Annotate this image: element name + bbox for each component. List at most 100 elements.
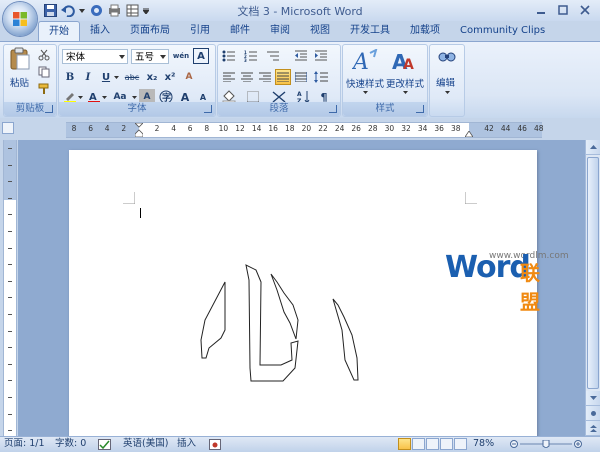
quick-styles-dropdown-icon bbox=[363, 91, 368, 94]
paste-label: 粘贴 bbox=[10, 78, 30, 89]
page-count[interactable]: 页面: 1/1 bbox=[4, 437, 45, 451]
clipboard-launcher-icon[interactable] bbox=[45, 105, 53, 113]
vertical-scrollbar[interactable] bbox=[585, 140, 600, 436]
paste-button[interactable]: 粘贴 bbox=[8, 47, 32, 91]
tab-add-ins[interactable]: 加载项 bbox=[400, 21, 450, 41]
insert-mode-indicator[interactable]: 插入 bbox=[177, 437, 196, 451]
ruler-number: 8 bbox=[71, 124, 77, 133]
align-right-icon[interactable] bbox=[257, 69, 273, 85]
format-painter-icon[interactable] bbox=[36, 81, 52, 97]
xin-character-outline[interactable] bbox=[189, 260, 389, 400]
phonetic-guide-icon[interactable]: wén bbox=[173, 48, 189, 64]
tab-mailings[interactable]: 邮件 bbox=[220, 21, 260, 41]
tab-community-clips[interactable]: Community Clips bbox=[450, 21, 555, 41]
distributed-icon[interactable] bbox=[293, 69, 309, 85]
tab-home[interactable]: 开始 bbox=[38, 21, 80, 42]
font-name-dropdown-icon bbox=[119, 55, 125, 59]
tab-developer[interactable]: 开发工具 bbox=[340, 21, 400, 41]
previous-page-icon[interactable] bbox=[586, 421, 600, 436]
subscript-button[interactable]: x₂ bbox=[144, 69, 160, 85]
tab-review[interactable]: 审阅 bbox=[260, 21, 300, 41]
ribbon: 粘贴 剪贴板 宋体 五号 wén A B I U abc x₂ x² A A A… bbox=[0, 41, 600, 119]
numbering-icon[interactable]: 123 bbox=[243, 48, 259, 64]
scroll-up-icon[interactable] bbox=[586, 140, 600, 155]
align-center-icon[interactable] bbox=[239, 69, 255, 85]
styles-launcher-icon[interactable] bbox=[416, 105, 424, 113]
font-size-dropdown-icon bbox=[160, 55, 166, 59]
tab-page-layout[interactable]: 页面布局 bbox=[120, 21, 180, 41]
strikethrough-button[interactable]: abc bbox=[122, 69, 142, 85]
ruler-number: 36 bbox=[434, 124, 444, 133]
multilevel-list-icon[interactable] bbox=[265, 48, 281, 64]
ruler-number: 2 bbox=[154, 124, 160, 133]
change-styles-dropdown-icon bbox=[403, 91, 408, 94]
clear-formatting-icon[interactable]: A bbox=[181, 69, 197, 85]
document-area: www.wordlm.com Word 联盟 bbox=[18, 140, 585, 436]
font-launcher-icon[interactable] bbox=[204, 105, 212, 113]
bold-button[interactable]: B bbox=[62, 69, 78, 85]
paragraph-launcher-icon[interactable] bbox=[329, 105, 337, 113]
draft-view-icon[interactable] bbox=[454, 438, 467, 450]
tab-insert[interactable]: 插入 bbox=[80, 21, 120, 41]
decrease-indent-icon[interactable] bbox=[293, 48, 309, 64]
ruler-number: 42 bbox=[484, 124, 494, 133]
align-left-icon[interactable] bbox=[221, 69, 237, 85]
change-styles-icon: A A bbox=[392, 50, 414, 73]
quick-styles-button[interactable]: A 快速样式 bbox=[345, 47, 385, 99]
character-border-icon[interactable]: A bbox=[193, 48, 209, 64]
left-indent-marker-icon[interactable] bbox=[135, 123, 143, 137]
justify-icon[interactable] bbox=[275, 69, 291, 85]
close-icon[interactable] bbox=[574, 2, 596, 18]
editing-dropdown-icon bbox=[445, 91, 450, 94]
tab-selector[interactable] bbox=[2, 122, 14, 134]
editing-button[interactable]: 编辑 bbox=[431, 47, 463, 99]
ruler-tick bbox=[8, 148, 12, 149]
outline-view-icon[interactable] bbox=[440, 438, 453, 450]
print-layout-view-icon[interactable] bbox=[398, 438, 411, 450]
zoom-level[interactable]: 78% bbox=[473, 437, 494, 451]
tab-view[interactable]: 视图 bbox=[300, 21, 340, 41]
font-name-combo[interactable]: 宋体 bbox=[62, 49, 128, 64]
styles-group-label: 样式 bbox=[343, 102, 427, 116]
increase-indent-icon[interactable] bbox=[313, 48, 329, 64]
ruler-tick bbox=[8, 364, 12, 365]
italic-button[interactable]: I bbox=[80, 69, 96, 85]
document-page[interactable]: www.wordlm.com Word 联盟 bbox=[69, 150, 569, 436]
vertical-ruler[interactable] bbox=[3, 140, 17, 436]
zoom-slider[interactable] bbox=[510, 440, 582, 448]
horizontal-ruler[interactable]: 8 6 4 2 2 4 6 8 10 12 14 16 18 20 22 24 26 28 30 32 34 36 38 42… bbox=[66, 122, 544, 138]
ruler-tick bbox=[8, 414, 12, 415]
change-styles-label: 更改样式 bbox=[386, 79, 425, 90]
copy-icon[interactable] bbox=[36, 64, 52, 80]
cut-icon[interactable] bbox=[36, 47, 52, 63]
ruler-tick bbox=[8, 214, 12, 215]
ruler-tick bbox=[8, 165, 12, 166]
select-browse-object-icon[interactable] bbox=[586, 406, 600, 421]
ruler-number: 22 bbox=[318, 124, 328, 133]
language-indicator[interactable]: 英语(美国) bbox=[123, 437, 168, 451]
proofing-icon[interactable] bbox=[98, 439, 111, 450]
ruler-number: 38 bbox=[451, 124, 461, 133]
line-spacing-icon[interactable] bbox=[313, 69, 329, 85]
phonetic-guide-glyph: wén bbox=[172, 51, 190, 60]
word-count[interactable]: 字数: 0 bbox=[55, 437, 86, 451]
ruler-number: 16 bbox=[268, 124, 278, 133]
macro-record-icon[interactable] bbox=[209, 439, 221, 450]
office-button[interactable] bbox=[3, 2, 37, 36]
underline-dropdown-icon[interactable] bbox=[112, 69, 120, 85]
scrollbar-thumb[interactable] bbox=[587, 157, 599, 389]
change-styles-button[interactable]: A A 更改样式 bbox=[385, 47, 425, 99]
full-screen-view-icon[interactable] bbox=[412, 438, 425, 450]
minimize-icon[interactable] bbox=[530, 2, 552, 18]
maximize-icon[interactable] bbox=[552, 2, 574, 18]
bullets-icon[interactable] bbox=[221, 48, 237, 64]
tab-references[interactable]: 引用 bbox=[180, 21, 220, 41]
ruler-number: 28 bbox=[368, 124, 378, 133]
font-size-combo[interactable]: 五号 bbox=[131, 49, 169, 64]
web-layout-view-icon[interactable] bbox=[426, 438, 439, 450]
superscript-button[interactable]: x² bbox=[162, 69, 178, 85]
scroll-down-icon[interactable] bbox=[586, 391, 600, 406]
window-title: 文档 3 - Microsoft Word bbox=[237, 5, 363, 18]
right-indent-marker-icon[interactable] bbox=[465, 131, 473, 137]
ruler-number: 2 bbox=[121, 124, 127, 133]
